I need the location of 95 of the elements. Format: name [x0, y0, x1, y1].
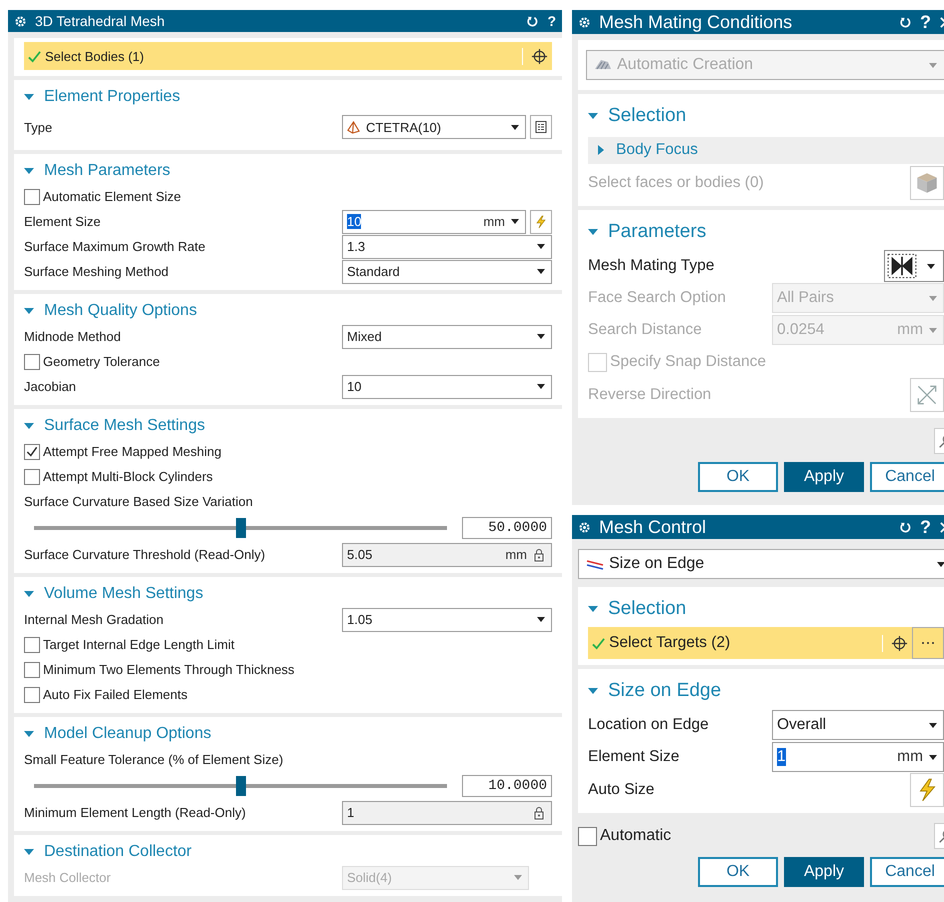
- field-label: Small Feature Tolerance (% of Element Size): [24, 752, 284, 767]
- window-title: Mesh Mating Conditions: [599, 12, 792, 32]
- slider-thumb[interactable]: [236, 776, 246, 796]
- section-header[interactable]: Mesh Parameters: [24, 158, 552, 184]
- checkbox[interactable]: Automatic: [578, 826, 672, 846]
- field-label: Location on Edge: [588, 716, 710, 734]
- field-label: Auto Size: [588, 781, 656, 799]
- settings-icon[interactable]: [578, 520, 591, 534]
- reset-icon[interactable]: [899, 16, 912, 28]
- readonly-field: 5.05 mm: [342, 542, 552, 566]
- input-value: 0.0254: [777, 321, 826, 339]
- selection-label: Select Bodies (1): [45, 48, 145, 64]
- reset-icon[interactable]: [526, 14, 540, 28]
- tetrahedron-icon: [347, 120, 360, 134]
- section-header[interactable]: Element Properties: [24, 84, 552, 110]
- help-button[interactable]: ?: [547, 13, 556, 29]
- help-button[interactable]: ?: [920, 12, 931, 32]
- mode-dropdown[interactable]: Size on Edge: [578, 549, 944, 579]
- more-icon: [920, 641, 936, 645]
- field-label: Search Distance: [588, 321, 703, 339]
- field-label: Face Search Option: [588, 289, 727, 307]
- readonly-field: 1: [342, 800, 552, 824]
- section-header[interactable]: Destination Collector: [24, 839, 552, 865]
- field-label: Surface Maximum Growth Rate: [24, 239, 206, 254]
- dialog-button[interactable]: OK: [698, 462, 778, 492]
- checkbox[interactable]: Attempt Free Mapped Meshing: [24, 444, 222, 460]
- field-label: Minimum Element Length (Read-Only): [24, 805, 247, 820]
- field-label: Select faces or bodies (0): [588, 174, 765, 192]
- section-header[interactable]: Size on Edge: [588, 673, 944, 709]
- field-label: Internal Mesh Gradation: [24, 612, 164, 627]
- dropdown[interactable]: Overall: [772, 710, 944, 740]
- selection-label: Select Targets (2): [609, 634, 732, 652]
- field-label: Surface Meshing Method: [24, 264, 170, 279]
- settings-icon[interactable]: [578, 16, 591, 28]
- selection-bar[interactable]: Select Bodies (1): [24, 42, 552, 70]
- type-button[interactable]: [884, 250, 944, 282]
- field-label: Element Size: [24, 214, 102, 229]
- bowtie-icon: [887, 253, 917, 279]
- dropdown[interactable]: 1.05: [342, 608, 552, 632]
- section-header[interactable]: Selection: [588, 98, 944, 134]
- input-field[interactable]: 10 mm: [342, 210, 526, 234]
- lock-icon: [533, 548, 545, 562]
- section-header[interactable]: Surface Mesh Settings: [24, 413, 552, 439]
- list-button[interactable]: [530, 115, 552, 139]
- dialog-button[interactable]: Cancel: [870, 462, 944, 492]
- dropdown[interactable]: Mixed: [342, 324, 552, 348]
- field-label: Surface Curvature Based Size Variation: [24, 494, 254, 509]
- crosshair-icon[interactable]: [882, 634, 908, 652]
- field-label: Jacobian: [24, 379, 78, 394]
- section-header[interactable]: Volume Mesh Settings: [24, 581, 552, 607]
- section-header[interactable]: Model Cleanup Options: [24, 721, 552, 747]
- checkbox[interactable]: Auto Fix Failed Elements: [24, 686, 188, 702]
- dropdown[interactable]: CTETRA(10): [342, 115, 526, 139]
- window-title: 3D Tetrahedral Mesh: [35, 13, 165, 29]
- list-icon: [534, 120, 548, 134]
- section-header[interactable]: Selection: [588, 591, 944, 627]
- auto-size-button[interactable]: [530, 210, 552, 234]
- field-label: Type: [24, 120, 54, 134]
- dropdown[interactable]: 10: [342, 374, 552, 398]
- dialog-button[interactable]: Cancel: [870, 857, 944, 887]
- input-field[interactable]: 1 mm: [772, 742, 944, 772]
- field-label: Mesh Mating Type: [588, 257, 716, 275]
- selection-bar[interactable]: Select Targets (2): [588, 627, 912, 659]
- value-field[interactable]: 10.0000: [462, 775, 552, 797]
- checkbox[interactable]: Target Internal Edge Length Limit: [24, 636, 235, 652]
- checkbox[interactable]: Attempt Multi-Block Cylinders: [24, 468, 213, 484]
- help-button[interactable]: ?: [920, 516, 931, 538]
- reset-icon[interactable]: [899, 520, 912, 534]
- value-field[interactable]: 50.0000: [462, 517, 552, 539]
- field-label: Mesh Collector: [24, 870, 112, 885]
- checkmark-icon: [25, 444, 39, 458]
- field-label: Element Size: [588, 748, 680, 766]
- lightning-icon: [534, 214, 548, 228]
- dialog-button[interactable]: Apply: [784, 462, 864, 492]
- input-value: 1: [777, 748, 786, 766]
- checkbox[interactable]: Geometry Tolerance: [24, 354, 160, 370]
- lock-icon: [533, 806, 545, 820]
- checkbox[interactable]: Minimum Two Elements Through Thickness: [24, 662, 294, 678]
- window-title: Mesh Control: [599, 516, 706, 538]
- section-header[interactable]: Parameters: [588, 214, 944, 250]
- group-header[interactable]: Body Focus: [588, 136, 944, 164]
- crosshair-icon[interactable]: [522, 48, 548, 64]
- field-label: Reverse Direction: [588, 386, 712, 404]
- input-value: 10: [347, 214, 362, 229]
- dialog-button[interactable]: OK: [698, 857, 778, 887]
- checkbox[interactable]: Automatic Element Size: [24, 188, 182, 204]
- dropdown[interactable]: 1.3: [342, 234, 552, 258]
- dialog-button[interactable]: Apply: [784, 857, 864, 887]
- settings-icon[interactable]: [14, 14, 27, 28]
- field-label: Midnode Method: [24, 329, 122, 344]
- section-header[interactable]: Mesh Quality Options: [24, 298, 552, 324]
- field-label: Surface Curvature Threshold (Read-Only): [24, 547, 266, 562]
- auto-size-button[interactable]: [910, 773, 944, 807]
- slider-thumb[interactable]: [236, 518, 246, 538]
- dropdown[interactable]: Standard: [342, 260, 552, 284]
